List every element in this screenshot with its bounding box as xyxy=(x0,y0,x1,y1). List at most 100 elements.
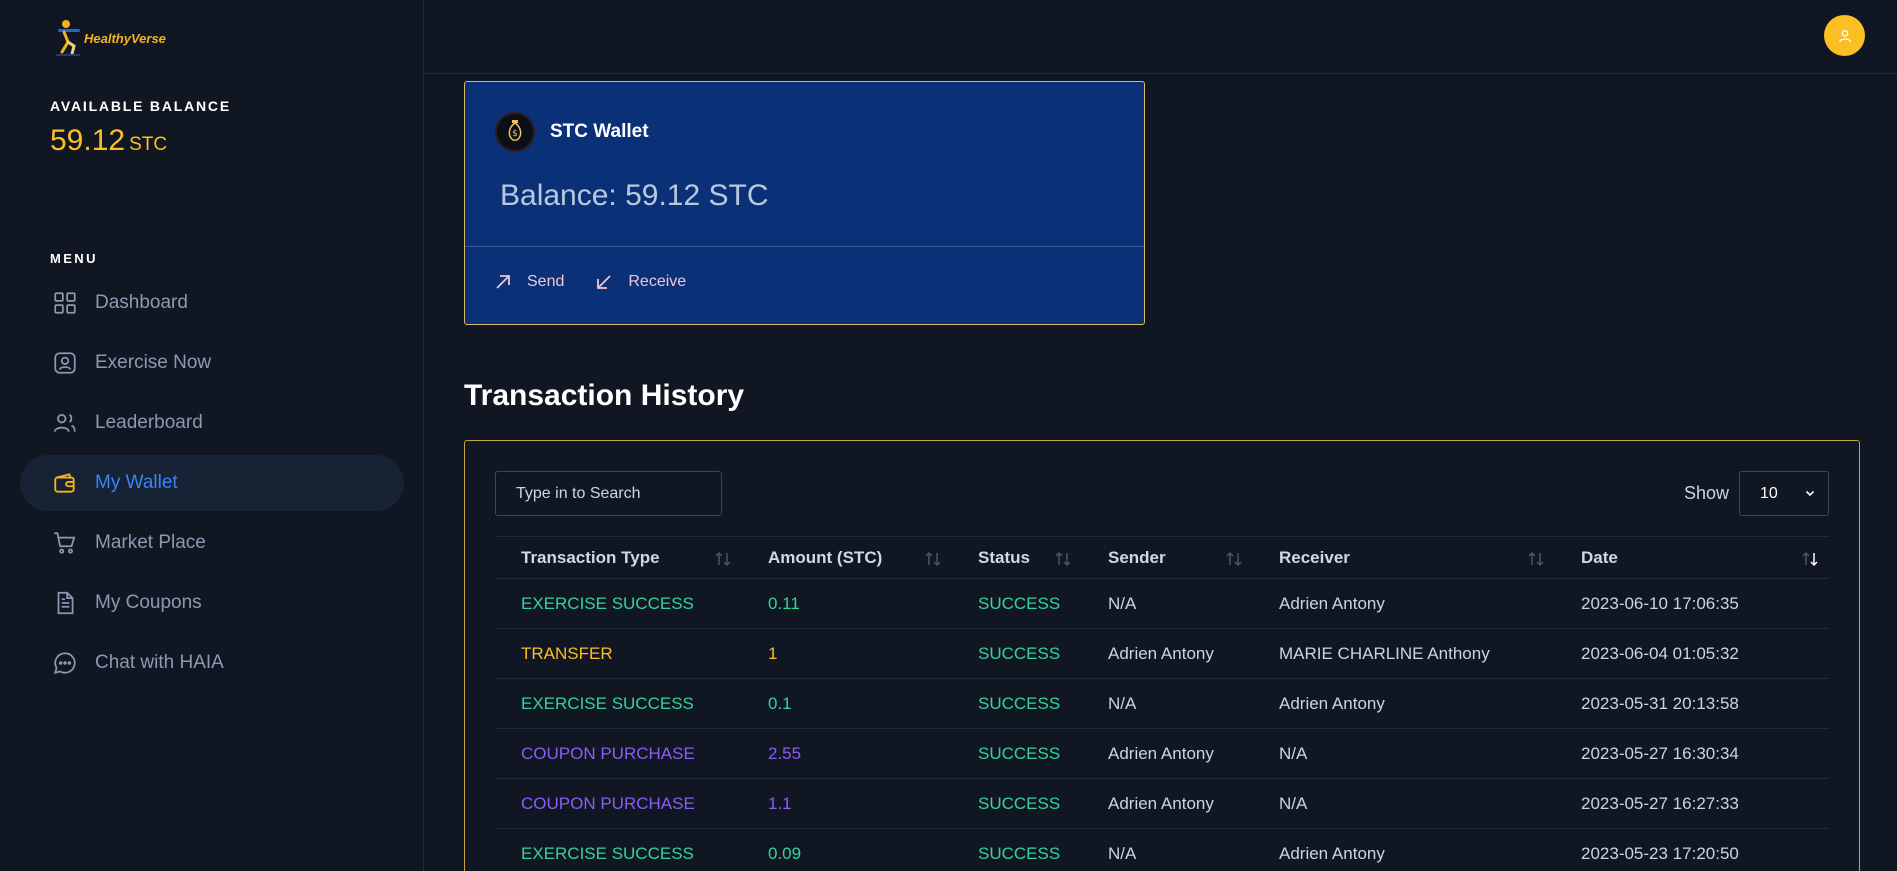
cell-date: 2023-05-31 20:13:58 xyxy=(1581,693,1739,713)
page-size-select[interactable]: 10 xyxy=(1739,471,1829,516)
sort-icon xyxy=(925,551,941,567)
cell-sender: N/A xyxy=(1108,693,1137,713)
sidebar: HealthyVerse AVAILABLE BALANCE 59.12 STC … xyxy=(0,0,424,871)
column-header-label: Receiver xyxy=(1279,547,1350,567)
cell-type: EXERCISE SUCCESS xyxy=(521,693,694,713)
sidebar-item-market-place[interactable]: Market Place xyxy=(20,515,404,571)
column-header-transaction-type[interactable]: Transaction Type xyxy=(495,537,742,578)
receive-button[interactable]: Receive xyxy=(594,272,686,292)
sidebar-item-label: Leaderboard xyxy=(95,412,203,433)
sidebar-item-label: My Wallet xyxy=(95,472,178,493)
sort-desc-icon xyxy=(1802,551,1818,567)
cell-amount: 2.55 xyxy=(768,743,802,763)
user-square-icon xyxy=(50,348,80,378)
wallet-title: STC Wallet xyxy=(550,121,649,142)
menu-label: MENU xyxy=(50,251,98,266)
logo-figure-icon xyxy=(56,18,84,58)
cell-status: SUCCESS xyxy=(978,793,1061,813)
send-label: Send xyxy=(527,273,565,290)
cart-icon xyxy=(50,528,80,558)
cell-status: SUCCESS xyxy=(978,643,1061,663)
sidebar-item-leaderboard[interactable]: Leaderboard xyxy=(20,395,404,451)
user-avatar-button[interactable] xyxy=(1824,15,1865,56)
stc-coin-icon: $ xyxy=(495,112,535,152)
cell-status: SUCCESS xyxy=(978,593,1061,613)
app-root: HealthyVerse AVAILABLE BALANCE 59.12 STC … xyxy=(0,0,1897,871)
cell-sender: Adrien Antony xyxy=(1108,793,1214,813)
sidebar-item-label: Exercise Now xyxy=(95,352,212,373)
sort-icon xyxy=(1226,551,1242,567)
cell-type: EXERCISE SUCCESS xyxy=(521,593,694,613)
cell-receiver: Adrien Antony xyxy=(1279,593,1385,613)
transaction-history-title: Transaction History xyxy=(464,379,745,412)
table-header-row: Transaction Type Amount (STC) Status Sen… xyxy=(495,537,1829,579)
balance-unit: STC xyxy=(129,134,168,155)
search-input[interactable] xyxy=(495,471,722,516)
cell-type: COUPON PURCHASE xyxy=(521,793,695,813)
show-label: Show xyxy=(1683,483,1729,503)
chevron-down-icon xyxy=(1805,490,1815,497)
document-icon xyxy=(50,588,80,618)
transaction-panel: Show 10 Transaction Type Amount (STC) xyxy=(464,440,1860,871)
send-button[interactable]: Send xyxy=(493,272,564,292)
cell-type: TRANSFER xyxy=(521,643,613,663)
column-header-date[interactable]: Date xyxy=(1555,537,1829,578)
column-header-sender[interactable]: Sender xyxy=(1082,537,1253,578)
wallet-card: $ STC Wallet Balance: 59.12 STC Send Rec… xyxy=(464,81,1145,325)
cell-status: SUCCESS xyxy=(978,693,1061,713)
column-header-label: Date xyxy=(1581,547,1618,567)
available-balance-label: AVAILABLE BALANCE xyxy=(50,98,231,114)
wallet-balance: Balance: 59.12 STC xyxy=(500,179,769,212)
sort-icon xyxy=(1055,551,1071,567)
cell-receiver: Adrien Antony xyxy=(1279,693,1385,713)
sort-icon xyxy=(1528,551,1544,567)
grid-icon xyxy=(50,288,80,318)
cell-date: 2023-06-04 01:05:32 xyxy=(1581,643,1739,663)
cell-receiver: MARIE CHARLINE Anthony xyxy=(1279,643,1490,663)
cell-type: EXERCISE SUCCESS xyxy=(521,843,694,863)
chat-icon xyxy=(50,648,80,678)
cell-sender: Adrien Antony xyxy=(1108,743,1214,763)
top-bar xyxy=(424,0,1897,74)
balance-amount: 59.12 xyxy=(50,124,126,157)
cell-amount: 0.11 xyxy=(768,593,800,613)
brand-logo[interactable]: HealthyVerse xyxy=(56,18,176,58)
cell-receiver: N/A xyxy=(1279,743,1308,763)
sidebar-item-chat-with-haia[interactable]: Chat with HAIA xyxy=(20,635,404,691)
sidebar-item-label: Dashboard xyxy=(95,292,188,313)
sidebar-item-exercise-now[interactable]: Exercise Now xyxy=(20,335,404,391)
column-header-amount[interactable]: Amount (STC) xyxy=(742,537,952,578)
cell-amount: 0.1 xyxy=(768,693,792,713)
table-row: EXERCISE SUCCESS 0.11 SUCCESS N/A Adrien… xyxy=(495,579,1829,629)
transaction-table: Transaction Type Amount (STC) Status Sen… xyxy=(495,536,1829,871)
column-header-label: Amount (STC) xyxy=(768,547,883,567)
column-header-status[interactable]: Status xyxy=(952,537,1082,578)
column-header-label: Sender xyxy=(1108,547,1166,567)
cell-date: 2023-05-27 16:30:34 xyxy=(1581,743,1739,763)
column-header-receiver[interactable]: Receiver xyxy=(1253,537,1555,578)
cell-sender: N/A xyxy=(1108,843,1137,863)
sidebar-item-my-coupons[interactable]: My Coupons xyxy=(20,575,404,631)
cell-sender: N/A xyxy=(1108,593,1137,613)
available-balance-value: 59.12 STC xyxy=(50,124,167,158)
sidebar-item-label: Chat with HAIA xyxy=(95,652,224,673)
svg-text:$: $ xyxy=(512,129,518,139)
wallet-actions: Send Receive xyxy=(493,272,716,292)
users-icon xyxy=(50,408,80,438)
table-row: EXERCISE SUCCESS 0.09 SUCCESS N/A Adrien… xyxy=(495,829,1829,871)
wallet-divider xyxy=(465,246,1144,247)
cell-sender: Adrien Antony xyxy=(1108,643,1214,663)
sidebar-item-my-wallet[interactable]: My Wallet xyxy=(20,455,404,511)
cell-date: 2023-05-27 16:27:33 xyxy=(1581,793,1739,813)
sidebar-item-dashboard[interactable]: Dashboard xyxy=(20,275,404,331)
page-size-control: Show 10 xyxy=(1684,471,1829,516)
table-row: EXERCISE SUCCESS 0.1 SUCCESS N/A Adrien … xyxy=(495,679,1829,729)
cell-amount: 1 xyxy=(768,643,778,663)
sidebar-item-label: My Coupons xyxy=(95,592,202,613)
receive-label: Receive xyxy=(628,273,687,290)
cell-status: SUCCESS xyxy=(978,743,1061,763)
cell-receiver: N/A xyxy=(1279,793,1308,813)
table-row: COUPON PURCHASE 2.55 SUCCESS Adrien Anto… xyxy=(495,729,1829,779)
column-header-label: Transaction Type xyxy=(521,547,660,567)
cell-date: 2023-06-10 17:06:35 xyxy=(1581,593,1739,613)
